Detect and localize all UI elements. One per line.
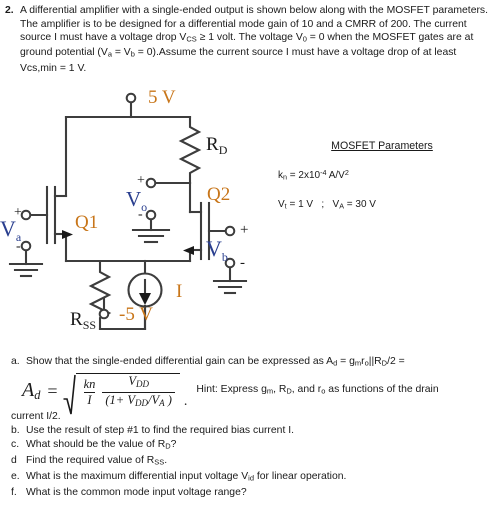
formula-vdd-den: (1+ VDD/VA ) xyxy=(102,391,175,410)
subquestion-a: a. Show that the single-ended differenti… xyxy=(0,355,501,371)
subquestions-list: a. Show that the single-ended differenti… xyxy=(0,355,501,500)
formula-lhs: Ad xyxy=(22,379,41,403)
formula-i: I xyxy=(84,391,95,407)
resistor-rd-symbol xyxy=(178,115,202,185)
subquestion-c-label: c. xyxy=(11,439,20,451)
transistor-q1-label: Q1 xyxy=(75,212,98,233)
subquestion-c-text: What should be the value of RD? xyxy=(26,439,177,451)
supply-positive-terminal xyxy=(125,92,137,104)
resistor-rss-label: RSS xyxy=(70,309,96,330)
formula-radical: kn I VDD (1+ VDD/VA ) xyxy=(63,372,180,415)
input-va-minus-sign: - xyxy=(16,239,21,254)
input-vb-positive-terminal xyxy=(224,225,236,237)
input-va-positive-terminal xyxy=(20,209,32,221)
circuit-diagram: 5 V RD RSS Q1 Q2 I Vo + - Va + - Vb + - … xyxy=(0,84,260,330)
subquestion-b-text: Use the result of step #1 to find the re… xyxy=(26,424,294,436)
input-vb-label: Vb xyxy=(206,236,228,264)
subquestion-d-text: Find the required value of RSS. xyxy=(26,455,168,467)
radical-sign-icon xyxy=(63,373,76,415)
subquestion-b: b. Use the result of step #1 to find the… xyxy=(0,424,501,438)
parameter-vt-va: Vt = 1 V ; VA = 30 V xyxy=(278,198,376,211)
current-source-label: I xyxy=(176,281,182,302)
output-label: Vo xyxy=(126,187,147,214)
formula-kn: kn xyxy=(83,376,96,391)
formula-ad: Ad = kn I VDD (1+ VDD/VA ) . Hint: Expre… xyxy=(0,371,501,415)
supply-positive-label: 5 V xyxy=(148,87,176,108)
problem-statement: 2. A differential amplifier with a singl… xyxy=(0,4,501,75)
input-va-negative-terminal xyxy=(20,240,32,252)
input-vb-minus-sign: - xyxy=(240,255,245,271)
formula-hint: Hint: Express gm, RD, and ro as function… xyxy=(196,384,439,397)
subquestion-a-text: Show that the single-ended differential … xyxy=(26,356,405,368)
subquestion-f-label: f. xyxy=(11,486,17,498)
subquestion-a-label: a. xyxy=(11,356,20,367)
output-positive-terminal xyxy=(145,177,157,189)
subquestion-b-label: b. xyxy=(11,424,20,436)
subquestion-e-text: What is the maximum differential input v… xyxy=(26,470,347,483)
q1-source-arrow xyxy=(62,230,73,239)
mosfet-parameters-panel: MOSFET Parameters kn = 2x10-4 A/V2 Vt = … xyxy=(268,140,496,227)
q2-source-arrow xyxy=(183,246,194,255)
formula-fraction-vdd: VDD (1+ VDD/VA ) xyxy=(100,373,177,410)
formula-fraction-kn-over-i: kn I xyxy=(79,376,101,407)
formula-equals: = xyxy=(47,380,58,401)
subquestion-f: f. What is the common mode input voltage… xyxy=(0,486,501,500)
circuit-schematic: 5 V RD RSS Q1 Q2 I Vo + - Va + - Vb + - … xyxy=(0,87,248,330)
output-negative-terminal xyxy=(145,209,157,221)
problem-text: A differential amplifier with a single-e… xyxy=(20,5,489,74)
subquestion-e-label: e. xyxy=(11,470,20,482)
subquestion-f-text: What is the common mode input voltage ra… xyxy=(26,486,247,498)
formula-radicand: kn I VDD (1+ VDD/VA ) xyxy=(75,372,180,410)
input-vb-plus-sign: + xyxy=(240,222,248,238)
supply-negative-terminal xyxy=(98,308,110,320)
output-plus-sign: + xyxy=(137,173,145,188)
supply-negative-label: -5 V xyxy=(119,304,153,325)
subquestion-d: d Find the required value of RSS. xyxy=(0,454,501,470)
subquestion-c: c. What should be the value of RD? xyxy=(0,438,501,454)
subquestion-d-label: d xyxy=(11,455,17,467)
problem-number: 2. xyxy=(5,5,14,16)
parameter-kn: kn = 2x10-4 A/V2 xyxy=(278,168,349,182)
resistor-rd-label: RD xyxy=(206,134,228,157)
formula-vdd-num: VDD xyxy=(128,373,149,389)
mosfet-parameters-title: MOSFET Parameters xyxy=(331,140,433,152)
output-minus-sign: - xyxy=(138,207,143,222)
input-va-plus-sign: + xyxy=(14,205,22,220)
transistor-q2-label: Q2 xyxy=(207,184,230,205)
formula-period: . xyxy=(183,393,188,409)
subquestion-e: e. What is the maximum differential inpu… xyxy=(0,470,501,486)
